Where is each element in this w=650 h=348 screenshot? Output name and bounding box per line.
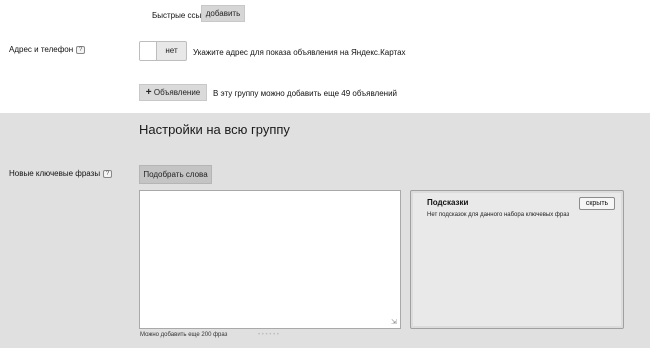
keyphrases-textarea[interactable] xyxy=(139,190,401,329)
hints-text: Нет подсказок для данного набора ключевы… xyxy=(427,212,570,218)
add-ad-button-label: Объявление xyxy=(153,88,201,97)
resize-grip-icon[interactable]: ⇲ xyxy=(391,319,399,327)
phrases-remaining-note: Можно добавить еще 200 фраз xyxy=(140,332,228,338)
add-ad-button[interactable]: + Объявление xyxy=(139,84,207,101)
address-phone-label-text: Адрес и телефон xyxy=(9,45,74,54)
new-keyphrases-label-text: Новые ключевые фразы xyxy=(9,169,101,178)
new-keyphrases-label: Новые ключевые фразы? xyxy=(9,169,113,178)
toggle-state-label: нет xyxy=(165,46,178,55)
section-title: Настройки на всю группу xyxy=(139,122,290,137)
pick-words-button[interactable]: Подобрать слова xyxy=(139,165,212,184)
address-phone-label: Адрес и телефон? xyxy=(9,45,86,54)
hints-panel: Подсказки скрыть Нет подсказок для данно… xyxy=(410,190,624,329)
ads-note: В эту группу можно добавить еще 49 объяв… xyxy=(213,89,398,98)
plus-icon: + xyxy=(145,87,152,98)
toggle-knob[interactable] xyxy=(140,42,157,60)
help-icon[interactable]: ? xyxy=(76,45,86,54)
hints-title: Подсказки xyxy=(427,198,469,207)
address-toggle[interactable]: нет xyxy=(139,41,187,61)
help-icon[interactable]: ? xyxy=(103,169,113,178)
faint-links[interactable]: • • • • • • xyxy=(258,332,279,338)
quick-links-add-button[interactable]: добавить xyxy=(201,5,245,22)
hints-hide-button[interactable]: скрыть xyxy=(579,197,615,210)
address-description: Укажите адрес для показа объявления на Я… xyxy=(193,48,406,57)
